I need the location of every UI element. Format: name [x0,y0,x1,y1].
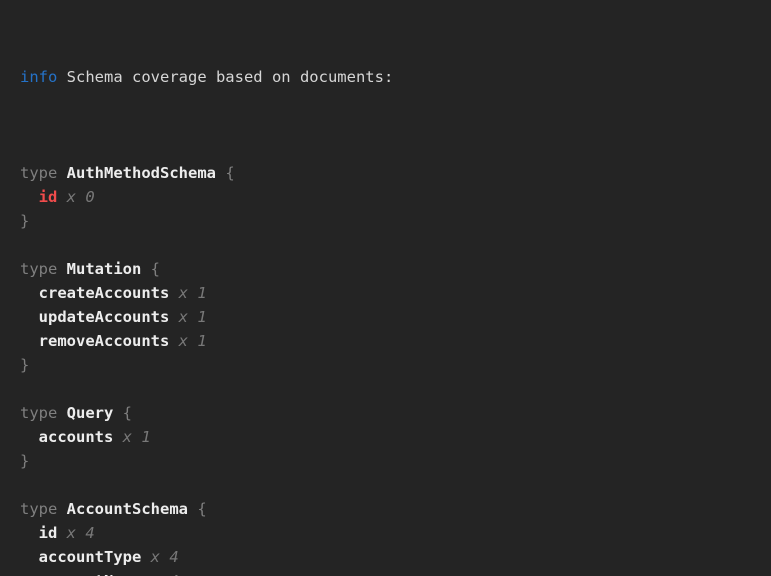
field-name: accounts [39,428,114,446]
type-keyword: type [20,404,67,422]
close-brace-line: } [20,209,771,233]
type-name: AuthMethodSchema [67,164,216,182]
type-block: type AuthMethodSchema { id x 0} [20,161,771,233]
type-keyword: type [20,500,67,518]
field-line: accountType x 4 [20,545,771,569]
field-indent [20,548,39,566]
field-line: removeAccounts x 1 [20,329,771,353]
type-block: type AccountSchema { id x 4 accountType … [20,497,771,576]
field-usage-count: x 1 [169,284,206,302]
field-usage-count: x 4 [141,572,178,576]
field-line: updateAccounts x 1 [20,305,771,329]
type-block: type Mutation { createAccounts x 1 updat… [20,257,771,377]
field-line: id x 0 [20,185,771,209]
field-line: accounts x 1 [20,425,771,449]
close-brace: } [20,452,29,470]
type-keyword: type [20,260,67,278]
field-line: id x 4 [20,521,771,545]
field-usage-count: x 1 [169,332,206,350]
field-indent [20,188,39,206]
field-indent [20,332,39,350]
coverage-header-line: info Schema coverage based on documents: [20,65,771,89]
open-brace: { [216,164,235,182]
terminal-output[interactable]: info Schema coverage based on documents:… [0,0,771,576]
info-badge: info [20,68,57,86]
field-indent [20,572,39,576]
field-name: createAccounts [39,284,170,302]
type-block: type Query { accounts x 1} [20,401,771,473]
field-name: updateAccounts [39,308,170,326]
spacer [57,68,66,86]
field-usage-count: x 1 [169,308,206,326]
field-name: accountType [39,548,142,566]
open-brace: { [113,404,132,422]
field-indent [20,524,39,542]
field-usage-count: x 0 [57,188,94,206]
field-line: accountName x 4 [20,569,771,576]
field-indent [20,284,39,302]
type-blocks: type AuthMethodSchema { id x 0}type Muta… [20,161,771,576]
type-name: Mutation [67,260,142,278]
close-brace: } [20,356,29,374]
field-name: id [39,188,58,206]
type-name: AccountSchema [67,500,188,518]
field-indent [20,308,39,326]
type-header-line: type Query { [20,401,771,425]
close-brace-line: } [20,449,771,473]
field-usage-count: x 1 [113,428,150,446]
close-brace-line: } [20,353,771,377]
field-name: id [39,524,58,542]
coverage-header-text: Schema coverage based on documents: [67,68,394,86]
type-keyword: type [20,164,67,182]
field-usage-count: x 4 [141,548,178,566]
type-header-line: type AuthMethodSchema { [20,161,771,185]
open-brace: { [188,500,207,518]
open-brace: { [141,260,160,278]
type-header-line: type AccountSchema { [20,497,771,521]
type-name: Query [67,404,114,422]
field-indent [20,428,39,446]
type-header-line: type Mutation { [20,257,771,281]
field-usage-count: x 4 [57,524,94,542]
field-name: accountName [39,572,142,576]
close-brace: } [20,212,29,230]
field-name: removeAccounts [39,332,170,350]
field-line: createAccounts x 1 [20,281,771,305]
